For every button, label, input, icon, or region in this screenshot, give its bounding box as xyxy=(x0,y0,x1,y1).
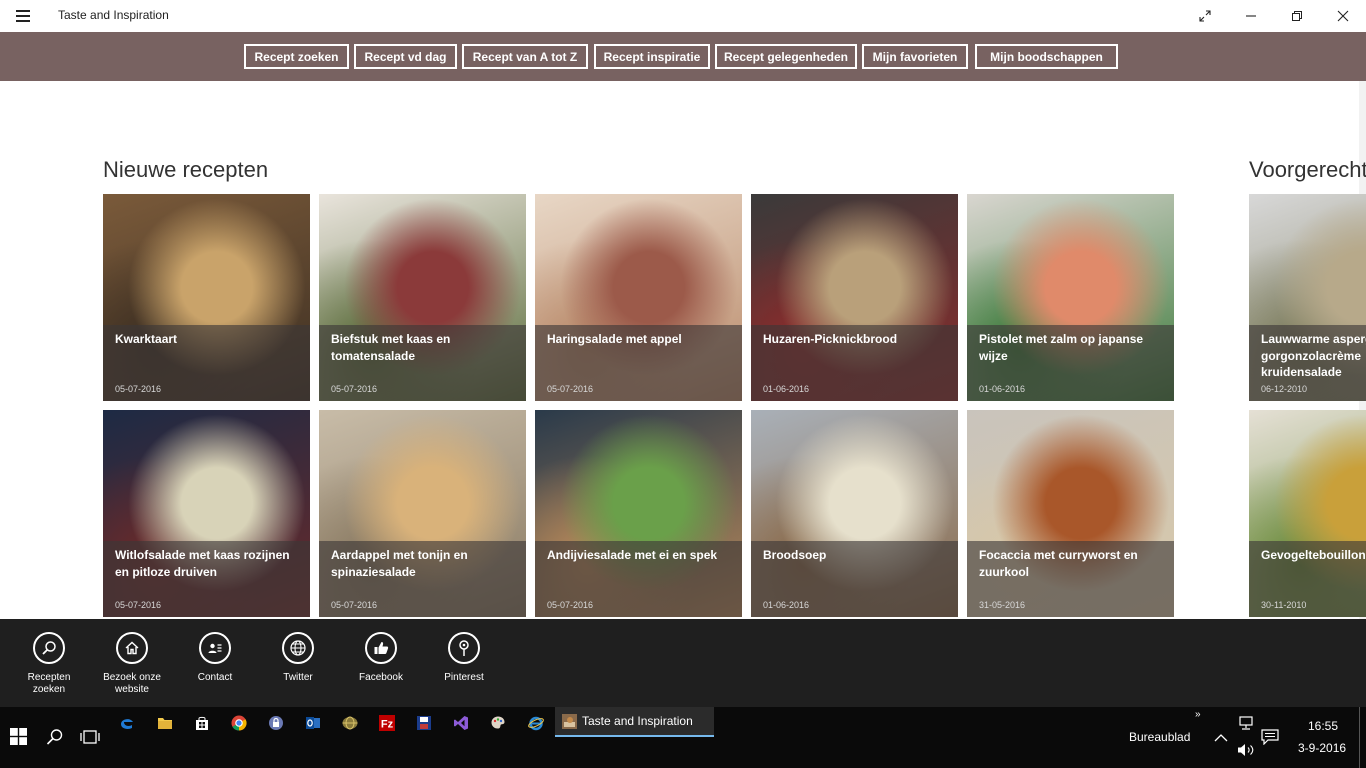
restore-icon[interactable] xyxy=(1274,0,1320,32)
volume-icon[interactable] xyxy=(1237,742,1255,763)
appbar-twitter[interactable]: Twitter xyxy=(265,632,331,684)
keepass-icon[interactable] xyxy=(268,715,284,731)
appbar-facebook[interactable]: Facebook xyxy=(348,632,414,684)
network-icon[interactable] xyxy=(1237,716,1255,735)
recipe-date: 01-06-2016 xyxy=(763,600,810,610)
contact-card-icon xyxy=(199,632,231,664)
clock-time[interactable]: 16:55 xyxy=(1308,719,1338,733)
globe-icon xyxy=(282,632,314,664)
section-title-nieuwe-recepten: Nieuwe recepten xyxy=(103,157,269,182)
nav-mijn-boodschappen-button[interactable]: Mijn boodschappen xyxy=(975,44,1118,69)
file-explorer-icon[interactable] xyxy=(157,715,173,731)
recipe-date: 01-06-2016 xyxy=(979,384,1026,394)
windows-start-icon[interactable] xyxy=(10,728,27,750)
recipe-tile[interactable]: Haringsalade met appel 05-07-2016 xyxy=(535,194,742,401)
fullscreen-icon[interactable] xyxy=(1182,0,1228,32)
recipe-date: 05-07-2016 xyxy=(547,384,594,394)
recipe-date: 30-11-2010 xyxy=(1261,600,1307,610)
title-bar: Taste and Inspiration xyxy=(0,0,1366,32)
recipe-title: Aardappel met tonijn en spinaziesalade xyxy=(331,548,468,579)
appbar-label: Bezoek onze website xyxy=(103,672,161,695)
clock-date[interactable]: 3-9-2016 xyxy=(1298,741,1346,755)
recipe-tile[interactable]: Kwarktaart 05-07-2016 xyxy=(103,194,310,401)
app-bar: Recepten zoeken Bezoek onze website Cont… xyxy=(0,619,1366,707)
app-title: Taste and Inspiration xyxy=(58,8,169,22)
recipe-tile[interactable]: Aardappel met tonijn en spinaziesalade 05… xyxy=(319,410,526,617)
appbar-label: Pinterest xyxy=(444,672,484,683)
appbar-label: Twitter xyxy=(283,672,313,683)
appbar-label: Contact xyxy=(197,672,233,683)
minimize-icon[interactable] xyxy=(1228,0,1274,32)
save-floppy-icon[interactable] xyxy=(416,715,432,731)
appbar-bezoek-website[interactable]: Bezoek onze website xyxy=(99,632,165,696)
nav-bar: Recept zoeken Recept vd dag Recept van A… xyxy=(0,32,1366,81)
nav-recept-zoeken-button[interactable]: Recept zoeken xyxy=(244,44,349,69)
recipe-title: Witlofsalade met kaas rozijnen en pitloz… xyxy=(115,548,290,579)
outlook-icon[interactable] xyxy=(305,715,321,731)
nav-recept-vd-dag-button[interactable]: Recept vd dag xyxy=(354,44,457,69)
map-pin-icon xyxy=(448,632,480,664)
store-icon[interactable] xyxy=(194,715,210,731)
appbar-recepten-zoeken[interactable]: Recepten zoeken xyxy=(16,632,82,696)
task-view-icon[interactable] xyxy=(80,729,100,750)
appbar-pinterest[interactable]: Pinterest xyxy=(431,632,497,684)
show-desktop-button[interactable] xyxy=(1359,707,1360,768)
nav-recept-inspiratie-button[interactable]: Recept inspiratie xyxy=(594,44,710,69)
thumbs-up-icon xyxy=(365,632,397,664)
recipe-title: Biefstuk met kaas en tomatensalade xyxy=(331,332,451,363)
filezilla-icon[interactable]: Fz xyxy=(379,715,395,731)
nav-recept-a-tot-z-button[interactable]: Recept van A tot Z xyxy=(462,44,588,69)
recipe-tile[interactable]: Lauwwarme asperg gorgonzolacrème kruiden… xyxy=(1249,194,1366,401)
recipe-date: 06-12-2010 xyxy=(1261,384,1308,394)
recipe-tile[interactable]: Broodsoep 01-06-2016 xyxy=(751,410,958,617)
recipe-title: Kwarktaart xyxy=(115,332,178,346)
recipe-date: 05-07-2016 xyxy=(331,384,378,394)
recipe-date: 31-05-2016 xyxy=(979,600,1026,610)
recipe-title: Broodsoep xyxy=(763,548,827,562)
recipe-tile[interactable]: Biefstuk met kaas en tomatensalade 05-07-… xyxy=(319,194,526,401)
recipe-tile[interactable]: Focaccia met curryworst en zuurkool 31-05… xyxy=(967,410,1174,617)
chevron-up-icon[interactable] xyxy=(1214,730,1228,748)
globe-app-icon[interactable] xyxy=(342,715,358,731)
recipe-tile[interactable]: Witlofsalade met kaas rozijnen en pitloz… xyxy=(103,410,310,617)
recipe-title: Pistolet met zalm op japanse wijze xyxy=(979,332,1144,363)
recipe-date: 05-07-2016 xyxy=(331,600,378,610)
nav-recept-gelegenheden-button[interactable]: Recept gelegenheden xyxy=(715,44,857,69)
recipe-title: Haringsalade met appel xyxy=(547,332,682,346)
recipe-date: 01-06-2016 xyxy=(763,384,810,394)
recipe-date: 05-07-2016 xyxy=(547,600,594,610)
app-thumbnail-icon xyxy=(562,714,577,734)
recipe-title: Andijviesalade met ei en spek xyxy=(547,548,718,562)
recipe-title: Gevogeltebouillon sla xyxy=(1261,548,1366,562)
action-center-icon[interactable] xyxy=(1261,729,1279,750)
recipe-date: 05-07-2016 xyxy=(115,600,162,610)
recipe-tile[interactable]: Pistolet met zalm op japanse wijze 01-06-… xyxy=(967,194,1174,401)
recipe-tile[interactable]: Huzaren-Picknickbrood 01-06-2016 xyxy=(751,194,958,401)
visual-studio-icon[interactable] xyxy=(453,715,469,731)
appbar-contact[interactable]: Contact xyxy=(182,632,248,684)
desktop-toolbar-label[interactable]: Bureaublad xyxy=(1129,730,1190,744)
nav-mijn-favorieten-button[interactable]: Mijn favorieten xyxy=(862,44,968,69)
appbar-label: Recepten zoeken xyxy=(27,672,71,695)
close-icon[interactable] xyxy=(1320,0,1366,32)
svg-text:Fz: Fz xyxy=(381,719,394,731)
internet-explorer-icon[interactable] xyxy=(528,715,544,731)
recipe-tile[interactable]: Gevogeltebouillon sla 30-11-2010 xyxy=(1249,410,1366,617)
taskbar-active-label: Taste and Inspiration xyxy=(582,714,693,728)
hamburger-menu-icon[interactable] xyxy=(16,10,30,22)
recipe-title: Huzaren-Picknickbrood xyxy=(763,332,898,346)
chrome-icon[interactable] xyxy=(231,715,247,731)
appbar-label: Facebook xyxy=(359,672,403,683)
recipe-date: 05-07-2016 xyxy=(115,384,162,394)
paint-icon[interactable] xyxy=(490,715,506,731)
edge-icon[interactable] xyxy=(119,715,135,731)
recipe-tile[interactable]: Andijviesalade met ei en spek 05-07-2016 xyxy=(535,410,742,617)
home-icon xyxy=(116,632,148,664)
search-icon[interactable] xyxy=(46,728,64,751)
search-icon xyxy=(33,632,65,664)
recipe-title: Lauwwarme asperg gorgonzolacrème kruiden… xyxy=(1261,332,1366,379)
double-chevron-icon[interactable]: » xyxy=(1195,709,1201,720)
recipe-title: Focaccia met curryworst en zuurkool xyxy=(979,548,1138,579)
section-title-voorgerecht: Voorgerecht xyxy=(1249,157,1366,182)
